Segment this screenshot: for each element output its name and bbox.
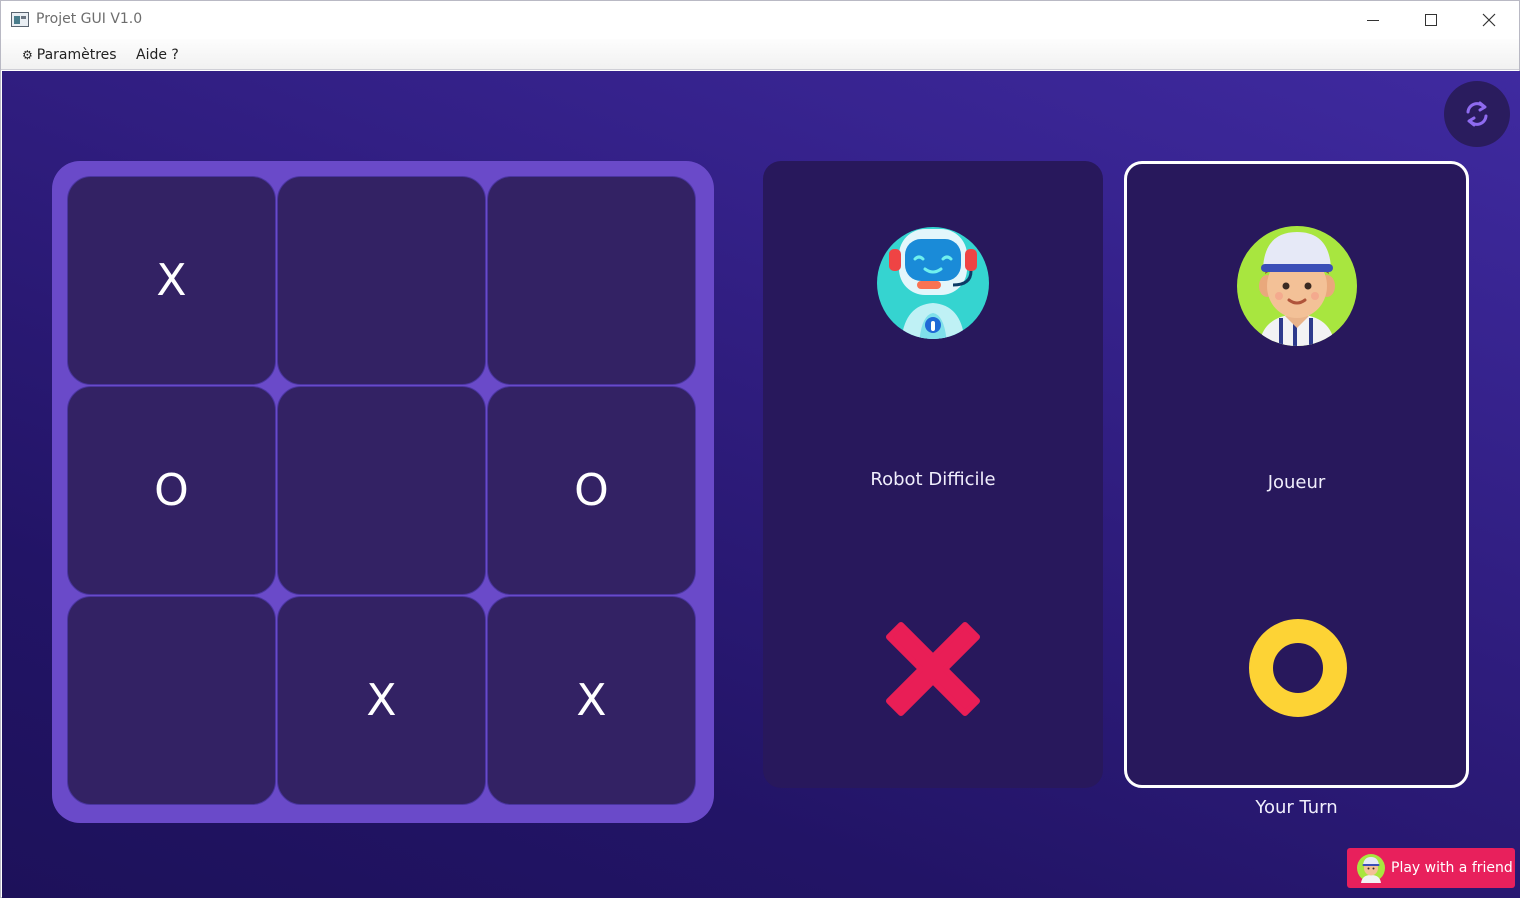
app-icon xyxy=(11,12,29,27)
menu-bar: ⚙ Paramètres Aide ? xyxy=(1,39,1519,70)
board-cell-2[interactable] xyxy=(277,176,486,385)
robot-avatar-icon xyxy=(877,227,989,339)
play-with-friend-label: Play with a friend xyxy=(1391,860,1513,876)
board-grid: X O O X X xyxy=(67,176,697,806)
robot-player-card: Robot Difficile xyxy=(763,161,1103,788)
close-icon xyxy=(1482,13,1496,27)
play-with-friend-button[interactable]: Play with a friend xyxy=(1347,848,1515,888)
minimize-icon xyxy=(1367,19,1379,21)
app-window: Projet GUI V1.0 ⚙ Paramètres Aide ? X O … xyxy=(0,0,1520,898)
game-area: X O O X X Robot Difficile Joueur Your Tu… xyxy=(2,71,1520,898)
board-cell-4[interactable]: O xyxy=(67,386,276,595)
reset-button[interactable] xyxy=(1444,81,1510,147)
board-cell-5[interactable] xyxy=(277,386,486,595)
player-name: Joueur xyxy=(1267,472,1326,493)
menu-parametres-label: Paramètres xyxy=(36,47,117,63)
board-cell-1[interactable]: X xyxy=(67,176,276,385)
friend-avatar-icon xyxy=(1357,854,1385,883)
refresh-icon xyxy=(1466,101,1488,127)
player-avatar-icon xyxy=(1236,226,1357,346)
menu-aide[interactable]: Aide ? xyxy=(136,47,179,63)
close-button[interactable] xyxy=(1460,1,1518,39)
robot-name: Robot Difficile xyxy=(870,469,996,490)
maximize-icon xyxy=(1425,14,1437,26)
maximize-button[interactable] xyxy=(1402,1,1460,39)
board-cell-3[interactable] xyxy=(487,176,696,385)
title-bar: Projet GUI V1.0 xyxy=(1,1,1519,39)
board-cell-9[interactable]: X xyxy=(487,596,696,805)
o-mark-icon xyxy=(1249,619,1347,717)
window-title: Projet GUI V1.0 xyxy=(36,11,143,27)
gear-icon: ⚙ xyxy=(22,48,33,62)
turn-indicator: Your Turn xyxy=(1255,797,1338,818)
board-cell-6[interactable]: O xyxy=(487,386,696,595)
x-mark-icon xyxy=(886,622,980,716)
board-cell-7[interactable] xyxy=(67,596,276,805)
minimize-button[interactable] xyxy=(1344,1,1402,39)
board-cell-8[interactable]: X xyxy=(277,596,486,805)
human-player-card: Joueur xyxy=(1124,161,1469,788)
game-board: X O O X X xyxy=(52,161,714,823)
menu-parametres[interactable]: ⚙ Paramètres xyxy=(22,47,117,63)
